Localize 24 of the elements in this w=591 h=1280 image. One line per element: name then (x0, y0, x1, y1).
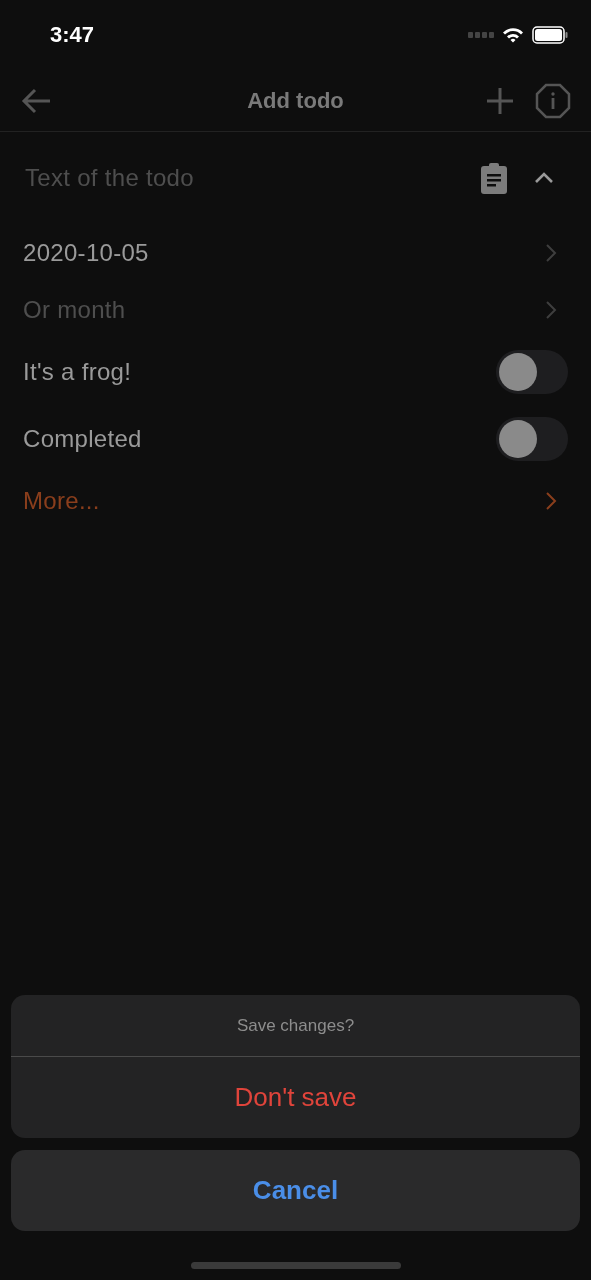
toggle-switch[interactable] (496, 349, 568, 394)
info-button[interactable] (535, 82, 571, 119)
chevron-right-icon (545, 491, 557, 511)
signal-icon (468, 32, 494, 38)
sheet-title: Save changes? (236, 1015, 355, 1036)
wifi-icon (502, 27, 524, 43)
add-button[interactable] (487, 87, 513, 114)
back-button[interactable] (20, 86, 52, 115)
chevron-right-icon (545, 242, 557, 263)
more-link[interactable]: More... (23, 487, 100, 515)
toggle-switch[interactable] (496, 416, 568, 461)
cancel-button[interactable]: Cancel (11, 1150, 580, 1231)
clipboard-icon (480, 162, 508, 194)
status-time: 3:47 (50, 22, 95, 48)
toggle-label: It's a frog! (23, 357, 132, 386)
chevron-up-icon[interactable] (534, 172, 554, 184)
battery-icon (532, 26, 569, 44)
date-value[interactable]: 2020-10-05 (23, 238, 149, 267)
dont-save-button[interactable]: Don't save (11, 1057, 580, 1138)
month-placeholder[interactable]: Or month (23, 295, 126, 324)
screen-title: Add todo (247, 87, 344, 114)
chevron-right-icon (545, 299, 557, 320)
toggle-label: Completed (23, 424, 142, 453)
todo-text-field[interactable]: Text of the todo (23, 163, 480, 193)
